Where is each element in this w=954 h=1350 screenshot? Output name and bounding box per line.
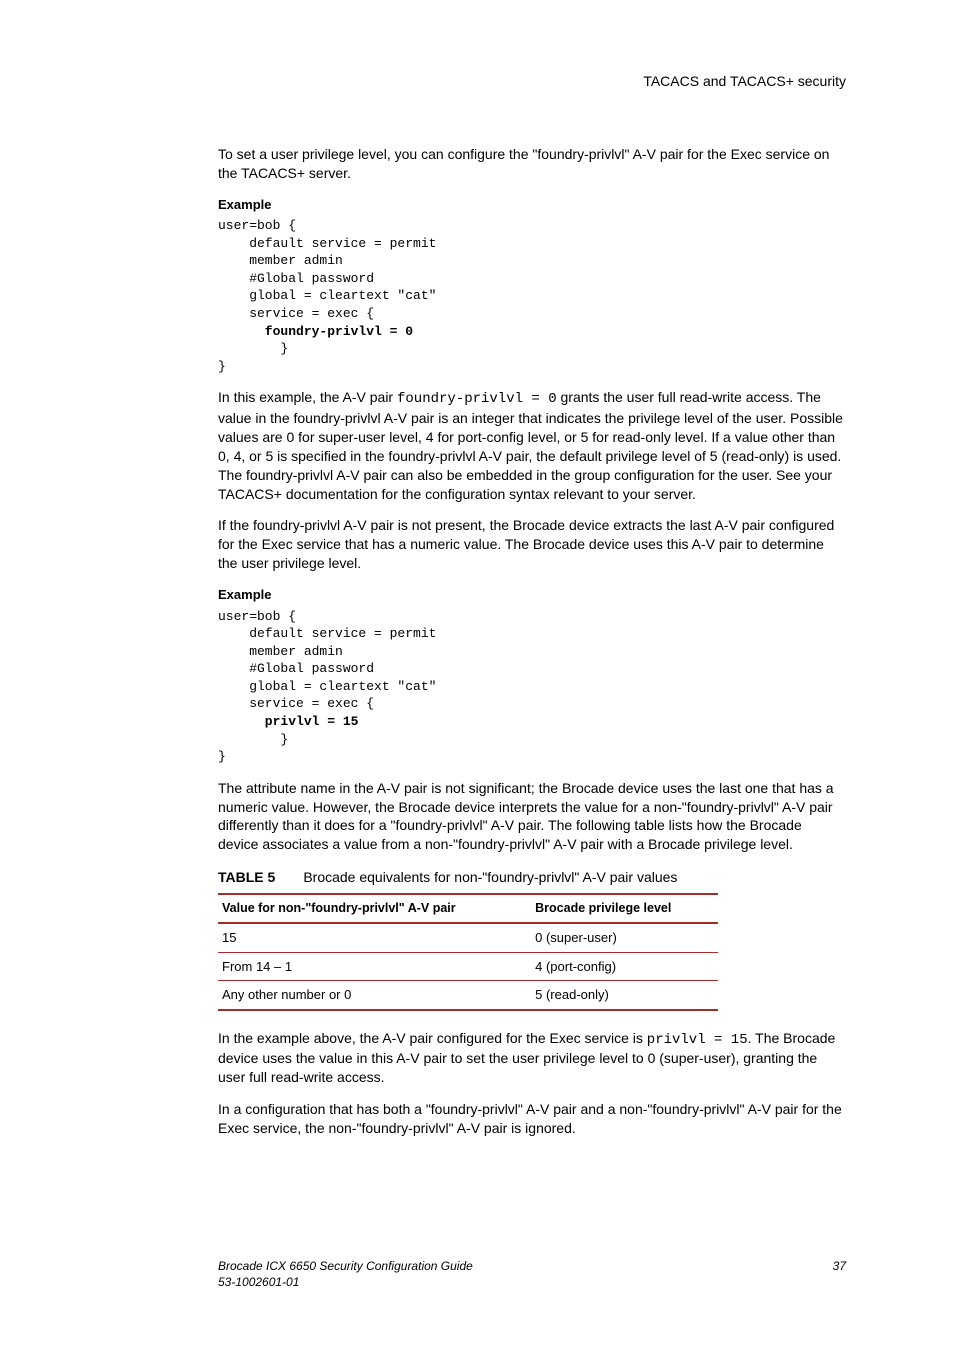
footer-doc-number: 53-1002601-01 [218, 1275, 299, 1289]
table-row: From 14 – 1 4 (port-config) [218, 952, 718, 981]
inline-code: privlvl = 15 [647, 1032, 748, 1048]
page-header-section: TACACS and TACACS+ security [218, 72, 846, 91]
footer-guide-title: Brocade ICX 6650 Security Configuration … [218, 1259, 473, 1273]
inline-code: foundry-privlvl = 0 [397, 391, 557, 407]
table-header-col1: Value for non-"foundry-privlvl" A-V pair [218, 894, 531, 923]
paragraph-after-ex1: In this example, the A-V pair foundry-pr… [218, 388, 846, 503]
paragraph-5: In a configuration that has both a "foun… [218, 1100, 846, 1138]
footer-page-number: 37 [833, 1258, 846, 1290]
example2-label: Example [218, 586, 846, 604]
example1-label: Example [218, 196, 846, 214]
table-title: TABLE 5Brocade equivalents for non-"foun… [218, 868, 846, 887]
privilege-level-table: Value for non-"foundry-privlvl" A-V pair… [218, 893, 718, 1011]
table-row: 15 0 (super-user) [218, 923, 718, 952]
table-header-col2: Brocade privilege level [531, 894, 718, 923]
page-footer: Brocade ICX 6650 Security Configuration … [218, 1258, 846, 1290]
paragraph-2: If the foundry-privlvl A-V pair is not p… [218, 516, 846, 573]
example1-code-block: user=bob { default service = permit memb… [218, 217, 846, 375]
example2-code-block: user=bob { default service = permit memb… [218, 608, 846, 766]
paragraph-3: The attribute name in the A-V pair is no… [218, 779, 846, 855]
paragraph-4: In the example above, the A-V pair confi… [218, 1029, 846, 1088]
intro-paragraph: To set a user privilege level, you can c… [218, 145, 846, 183]
table-row: Any other number or 0 5 (read-only) [218, 981, 718, 1010]
